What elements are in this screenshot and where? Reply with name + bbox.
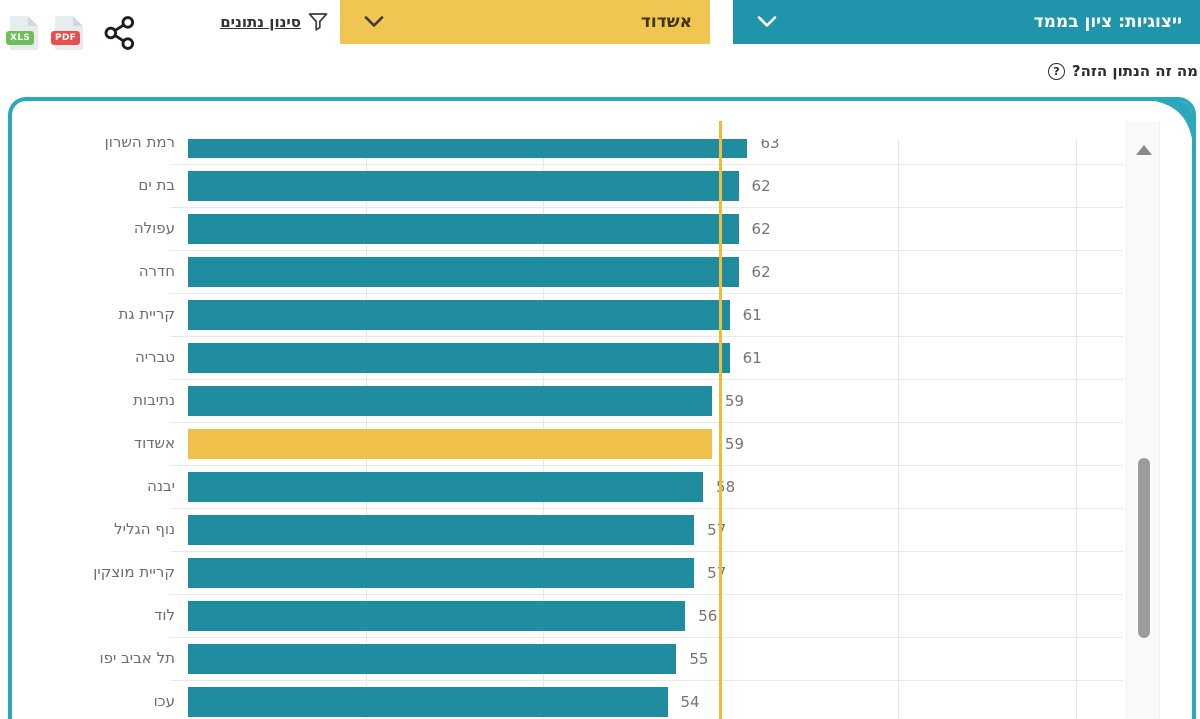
row-separator [170, 465, 1123, 466]
bar[interactable] [188, 257, 739, 287]
pdf-badge: PDF [51, 31, 80, 45]
bar-value: 57 [707, 521, 726, 539]
chart-card: רמת השרון 63 בת ים 62 עפולה 62 חדרה 62 קריית גת 6… [8, 97, 1196, 719]
reference-line [719, 121, 722, 719]
bar-value: 59 [725, 392, 744, 410]
bar-label: קריית גת [32, 305, 175, 323]
bar-value: 54 [681, 693, 700, 711]
question-circle-icon: ? [1048, 63, 1065, 80]
filter-label: סינון נתונים [220, 13, 301, 31]
row-separator [170, 336, 1123, 337]
row-separator [170, 250, 1123, 251]
bar-value: 59 [725, 435, 744, 453]
file-fold-icon [73, 16, 83, 26]
chevron-down-icon [757, 15, 777, 28]
row-separator [170, 164, 1123, 165]
bar-label: עכו [32, 692, 175, 710]
chart-scrollbar[interactable] [1126, 121, 1160, 719]
bar-label: קריית מוצקין [32, 563, 175, 581]
what-is-this-data-link[interactable]: מה זה הנתון הזה? ? [1048, 60, 1198, 82]
vertical-gridline [1076, 139, 1077, 719]
bar-value: 61 [743, 349, 762, 367]
bar[interactable] [188, 644, 676, 674]
scrollbar-thumb[interactable] [1138, 458, 1150, 638]
bar[interactable] [188, 687, 668, 717]
bar-value: 62 [752, 263, 771, 281]
metric-select-value: ייצוגיות: ציון בממד [1034, 0, 1182, 44]
row-separator [170, 508, 1123, 509]
bar-highlighted[interactable] [188, 429, 712, 459]
page: XLS PDF סינון נתונים אשדוד [0, 0, 1200, 719]
bar-label: אשדוד [32, 434, 175, 452]
bar[interactable] [188, 386, 712, 416]
row-separator [170, 379, 1123, 380]
bar-label: עפולה [32, 219, 175, 237]
bar[interactable] [188, 171, 739, 201]
bar-value: 62 [752, 220, 771, 238]
scroll-up-arrow-icon[interactable] [1136, 145, 1152, 155]
bar-label: לוד [32, 606, 175, 624]
bar-label: בת ים [32, 176, 175, 194]
share-button[interactable] [103, 15, 137, 51]
bar-value: 56 [698, 607, 717, 625]
bar-value: 63 [760, 139, 779, 152]
bar[interactable] [188, 139, 747, 158]
bar[interactable] [188, 515, 694, 545]
row-separator [170, 293, 1123, 294]
funnel-icon [308, 12, 328, 32]
bar-label: תל אביב יפו [32, 649, 175, 667]
bar-label: רמת השרון [32, 139, 175, 151]
metric-select[interactable]: ייצוגיות: ציון בממד [733, 0, 1200, 44]
bar[interactable] [188, 472, 703, 502]
bar-label: חדרה [32, 262, 175, 280]
city-select[interactable]: אשדוד [340, 0, 710, 44]
bar-label: טבריה [32, 348, 175, 366]
bar[interactable] [188, 300, 730, 330]
city-select-value: אשדוד [641, 0, 692, 44]
row-separator [170, 207, 1123, 208]
vertical-gridline [898, 139, 899, 719]
bar-value: 61 [743, 306, 762, 324]
bar-value: 57 [707, 564, 726, 582]
file-fold-icon [28, 16, 38, 26]
bar-label: נוף הגליל [32, 520, 175, 538]
row-separator [170, 680, 1123, 681]
row-separator [170, 422, 1123, 423]
export-xls-button[interactable]: XLS [10, 16, 38, 50]
bar-value: 55 [689, 650, 708, 668]
bar[interactable] [188, 343, 730, 373]
help-text: מה זה הנתון הזה? [1072, 62, 1198, 80]
bar[interactable] [188, 214, 739, 244]
row-separator [170, 551, 1123, 552]
row-separator [170, 594, 1123, 595]
bar-value: 62 [752, 177, 771, 195]
bar[interactable] [188, 558, 694, 588]
share-icon [103, 15, 137, 51]
bar-label: יבנה [32, 477, 175, 495]
bar-label: נתיבות [32, 391, 175, 409]
export-pdf-button[interactable]: PDF [55, 16, 83, 50]
bar-chart-plot: רמת השרון 63 בת ים 62 עפולה 62 חדרה 62 קריית גת 6… [12, 139, 1123, 719]
xls-badge: XLS [6, 31, 34, 45]
filter-data-link[interactable]: סינון נתונים [200, 10, 328, 34]
chevron-down-icon [364, 15, 384, 28]
row-separator [170, 637, 1123, 638]
bar[interactable] [188, 601, 685, 631]
